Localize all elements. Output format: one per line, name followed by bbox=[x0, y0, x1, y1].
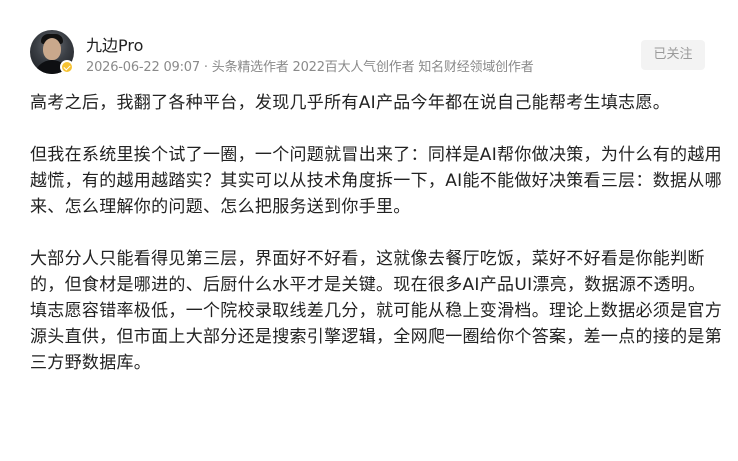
follow-button[interactable]: 已关注 bbox=[641, 40, 705, 70]
author-meta: 2026-06-22 09:07 · 头条精选作者 2022百大人气创作者 知名… bbox=[86, 56, 534, 75]
paragraph-3: 大部分人只能看得见第三层，界面好不好看，这就像去餐厅吃饭，菜好不好看是你能判断的… bbox=[30, 249, 706, 295]
avatar-face bbox=[43, 38, 61, 60]
article-header: 九边Pro 2026-06-22 09:07 · 头条精选作者 2022百大人气… bbox=[0, 0, 738, 84]
paragraph-4: 填志愿容错率极低，一个院校录取线差几分，就可能从稳上变滑档。理论上数据必须是官方… bbox=[30, 301, 722, 373]
meta-separator: · bbox=[199, 60, 212, 75]
paragraph-1: 高考之后，我翻了各种平台，发现几乎所有AI产品今年都在说自己能帮考生填志愿。 bbox=[30, 93, 671, 113]
publish-time: 2026-06-22 09:07 bbox=[86, 60, 200, 75]
author-titles: 头条精选作者 2022百大人气创作者 知名财经领域创作者 bbox=[211, 60, 534, 75]
paragraph-2: 但我在系统里挨个试了一圈，一个问题就冒出来了：同样是AI帮你做决策，为什么有的越… bbox=[30, 145, 722, 217]
article-body: 高考之后，我翻了各种平台，发现几乎所有AI产品今年都在说自己能帮考生填志愿。 但… bbox=[30, 90, 730, 376]
verified-badge-icon bbox=[60, 60, 74, 74]
author-name[interactable]: 九边Pro bbox=[86, 32, 143, 56]
